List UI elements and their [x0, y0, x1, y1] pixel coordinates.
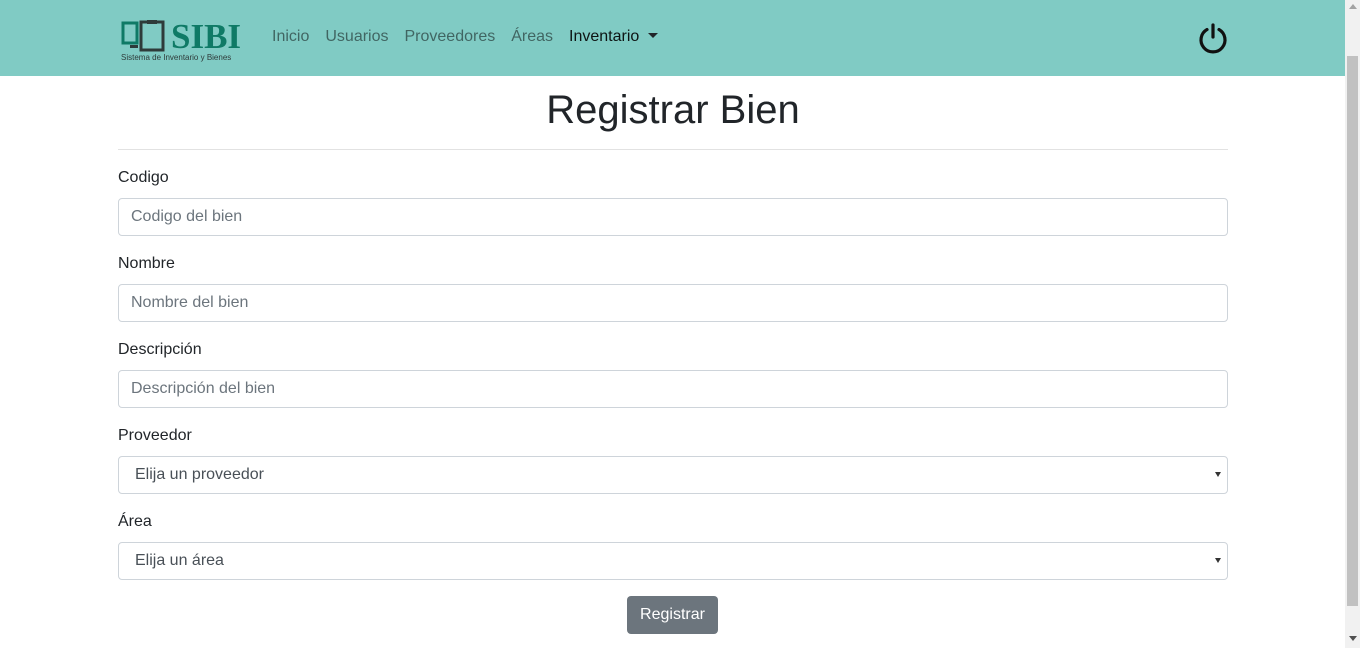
codigo-input[interactable] [118, 198, 1228, 236]
area-select[interactable]: Elija un área [118, 542, 1228, 580]
nav-item-areas[interactable]: Áreas [511, 27, 553, 47]
scroll-up-arrow-icon[interactable] [1349, 4, 1357, 9]
scroll-down-arrow-icon[interactable] [1349, 636, 1357, 641]
select-arrow-icon [1215, 558, 1221, 563]
descripcion-input[interactable] [118, 370, 1228, 408]
brand-logo[interactable]: SIBI Sistema de Inventario y Bienes [121, 18, 249, 64]
area-selected-value: Elija un área [135, 552, 224, 569]
select-arrow-icon [1215, 472, 1221, 477]
navbar: SIBI Sistema de Inventario y Bienes Inic… [0, 0, 1345, 76]
brand-tagline: Sistema de Inventario y Bienes [121, 53, 232, 62]
area-label: Área [118, 513, 152, 530]
clipboard-logo-icon [121, 20, 165, 52]
nav-item-inicio[interactable]: Inicio [272, 27, 309, 47]
nav-item-usuarios[interactable]: Usuarios [325, 27, 388, 47]
scroll-thumb[interactable] [1347, 56, 1358, 606]
nombre-input[interactable] [118, 284, 1228, 322]
nav-menu: Inicio Usuarios Proveedores Áreas Invent… [272, 27, 674, 47]
caret-down-icon [648, 33, 659, 38]
nav-item-proveedores[interactable]: Proveedores [405, 27, 496, 47]
brand-name: SIBI [171, 17, 242, 56]
nav-item-inventario-label: Inventario [569, 28, 640, 45]
descripcion-label: Descripción [118, 341, 202, 358]
main-content: Registrar Bien Codigo Nombre Descripción… [118, 76, 1228, 648]
nav-item-inventario-dropdown[interactable]: Inventario [569, 27, 659, 47]
register-form: Codigo Nombre Descripción Proveedor Elij… [118, 150, 1228, 648]
proveedor-select[interactable]: Elija un proveedor [118, 456, 1228, 494]
codigo-label: Codigo [118, 169, 169, 186]
power-icon[interactable] [1197, 22, 1229, 54]
nombre-label: Nombre [118, 255, 175, 272]
page-title: Registrar Bien [546, 88, 800, 132]
vertical-scrollbar[interactable] [1345, 0, 1360, 648]
proveedor-selected-value: Elija un proveedor [135, 466, 264, 483]
proveedor-label: Proveedor [118, 427, 192, 444]
registrar-button[interactable]: Registrar [627, 596, 718, 634]
